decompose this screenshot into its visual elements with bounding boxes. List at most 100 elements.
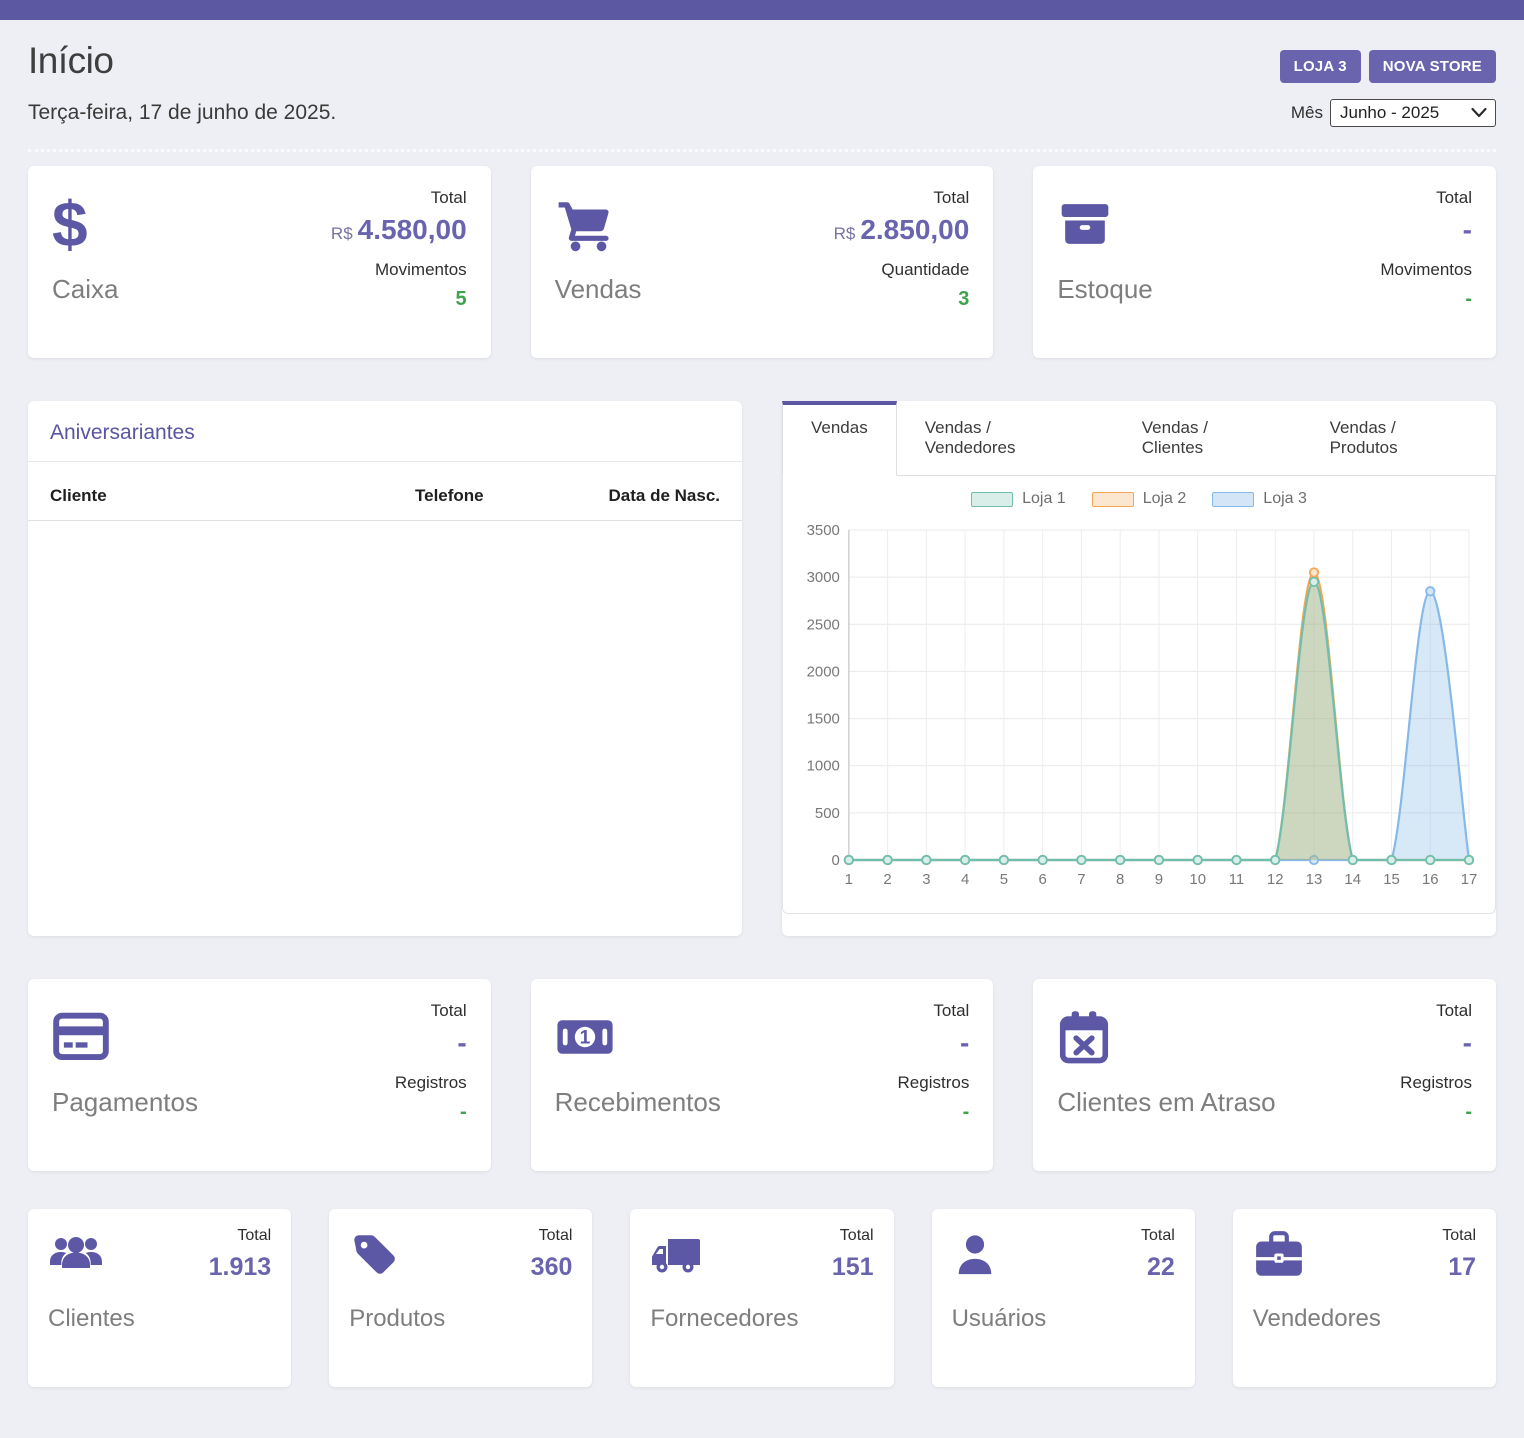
sub-value: -: [963, 1101, 970, 1124]
card-vendedores: Total 17 Vendedores: [1233, 1209, 1496, 1387]
chart-tabs: Vendas Vendas / Vendedores Vendas / Clie…: [782, 401, 1496, 476]
total-label: Total: [832, 1227, 874, 1245]
legend-label: Loja 3: [1263, 490, 1307, 508]
new-store-button[interactable]: NOVA STORE: [1369, 50, 1496, 83]
card-label: Caixa: [52, 274, 118, 305]
svg-text:6: 6: [1038, 871, 1046, 888]
svg-text:8: 8: [1116, 871, 1124, 888]
card-clientes: Total 1.913 Clientes: [28, 1209, 291, 1387]
legend-item[interactable]: Loja 3: [1212, 490, 1307, 508]
currency-prefix: R$: [331, 224, 353, 243]
card-fornecedores: Total 151 Fornecedores: [630, 1209, 893, 1387]
birthdays-card: Aniversariantes Cliente Telefone Data de…: [28, 401, 742, 936]
total-value: -: [1463, 1027, 1472, 1059]
card-recebimentos: 1 Recebimentos Total - Registros -: [531, 979, 994, 1171]
total-value: R$4.580,00: [331, 214, 467, 246]
total-label: Total: [209, 1227, 272, 1245]
birthdays-table-body: [28, 521, 742, 936]
cart-icon: [555, 188, 642, 260]
month-select-wrap: Junho - 2025: [1330, 99, 1496, 127]
sub-value: -: [1465, 1101, 1472, 1124]
svg-text:11: 11: [1229, 871, 1245, 888]
subheader: Terça-feira, 17 de junho de 2025. Mês Ju…: [28, 99, 1496, 152]
legend-label: Loja 1: [1022, 490, 1066, 508]
total-label: Total: [1436, 188, 1472, 208]
month-select[interactable]: Junho - 2025: [1330, 99, 1496, 127]
svg-text:3500: 3500: [807, 522, 840, 539]
card-label: Vendedores: [1253, 1305, 1381, 1333]
month-label: Mês: [1291, 103, 1323, 123]
card-estoque: Estoque Total - Movimentos -: [1033, 166, 1496, 358]
legend-item[interactable]: Loja 1: [971, 490, 1066, 508]
sub-label: Movimentos: [1380, 260, 1472, 280]
svg-text:3000: 3000: [807, 569, 840, 586]
svg-text:13: 13: [1306, 871, 1323, 888]
summary-cards-row: $ Caixa Total R$4.580,00 Movimentos 5 Ve…: [28, 166, 1496, 358]
tab-vendas-produtos[interactable]: Vendas / Produtos: [1302, 401, 1496, 475]
total-value: -: [457, 1027, 466, 1059]
svg-text:5: 5: [1000, 871, 1008, 888]
column-telefone: Telefone: [415, 486, 550, 506]
sub-label: Quantidade: [881, 260, 969, 280]
chart-legend: Loja 1 Loja 2 Loja 3: [795, 490, 1483, 508]
total-value: 1.913: [209, 1253, 272, 1282]
svg-text:1: 1: [845, 871, 853, 888]
svg-text:10: 10: [1189, 871, 1206, 888]
card-label: Fornecedores: [650, 1305, 798, 1333]
top-accent-bar: [0, 0, 1524, 20]
sales-chart-svg: 0500100015002000250030003500123456789101…: [795, 512, 1483, 904]
card-caixa: $ Caixa Total R$4.580,00 Movimentos 5: [28, 166, 491, 358]
sub-value: -: [1465, 288, 1472, 311]
sub-value: -: [460, 1101, 467, 1124]
total-label: Total: [933, 188, 969, 208]
month-picker: Mês Junho - 2025: [1291, 99, 1496, 127]
svg-text:15: 15: [1383, 871, 1400, 888]
header-buttons: LOJA 3 NOVA STORE: [1280, 50, 1496, 83]
sub-label: Registros: [395, 1073, 467, 1093]
mid-cards-row: Pagamentos Total - Registros - 1 Recebim…: [28, 979, 1496, 1171]
card-clientes-em-atraso: Clientes em Atraso Total - Registros -: [1033, 979, 1496, 1171]
tab-vendas-clientes[interactable]: Vendas / Clientes: [1114, 401, 1302, 475]
page-content: Início LOJA 3 NOVA STORE Terça-feira, 17…: [0, 40, 1524, 1387]
middle-row: Aniversariantes Cliente Telefone Data de…: [28, 401, 1496, 936]
svg-text:1: 1: [579, 1028, 590, 1049]
sub-label: Movimentos: [375, 260, 467, 280]
legend-item[interactable]: Loja 2: [1092, 490, 1187, 508]
total-value: 151: [832, 1253, 874, 1282]
legend-swatch: [971, 492, 1013, 507]
legend-swatch: [1212, 492, 1254, 507]
birthdays-title: Aniversariantes: [28, 401, 742, 461]
box-icon: [1057, 188, 1152, 260]
sub-value: 3: [958, 288, 969, 311]
tab-vendas[interactable]: Vendas: [782, 401, 897, 476]
total-label: Total: [431, 188, 467, 208]
total-label: Total: [431, 1001, 467, 1021]
svg-text:2500: 2500: [807, 616, 840, 633]
tab-vendas-vendedores[interactable]: Vendas / Vendedores: [897, 401, 1114, 475]
svg-text:9: 9: [1155, 871, 1163, 888]
card-label: Produtos: [349, 1305, 445, 1333]
total-label: Total: [933, 1001, 969, 1021]
sub-value: 5: [456, 288, 467, 311]
card-usuarios: Total 22 Usuários: [932, 1209, 1195, 1387]
column-data-nasc: Data de Nasc.: [550, 486, 720, 506]
card-produtos: Total 360 Produtos: [329, 1209, 592, 1387]
svg-text:500: 500: [815, 805, 840, 822]
svg-text:12: 12: [1267, 871, 1284, 888]
total-label: Total: [1141, 1227, 1175, 1245]
card-label: Vendas: [555, 274, 642, 305]
current-date: Terça-feira, 17 de junho de 2025.: [28, 101, 336, 125]
store-button[interactable]: LOJA 3: [1280, 50, 1361, 83]
currency-prefix: R$: [834, 224, 856, 243]
total-label: Total: [1436, 1001, 1472, 1021]
sales-chart-card: Vendas Vendas / Vendedores Vendas / Clie…: [782, 401, 1496, 936]
sub-label: Registros: [1400, 1073, 1472, 1093]
total-value: 17: [1442, 1253, 1476, 1282]
total-value: 22: [1141, 1253, 1175, 1282]
card-label: Clientes: [48, 1305, 135, 1333]
credit-card-icon: [52, 1001, 198, 1073]
svg-text:1500: 1500: [807, 711, 840, 728]
total-label: Total: [531, 1227, 573, 1245]
sub-label: Registros: [898, 1073, 970, 1093]
column-cliente: Cliente: [50, 486, 415, 506]
